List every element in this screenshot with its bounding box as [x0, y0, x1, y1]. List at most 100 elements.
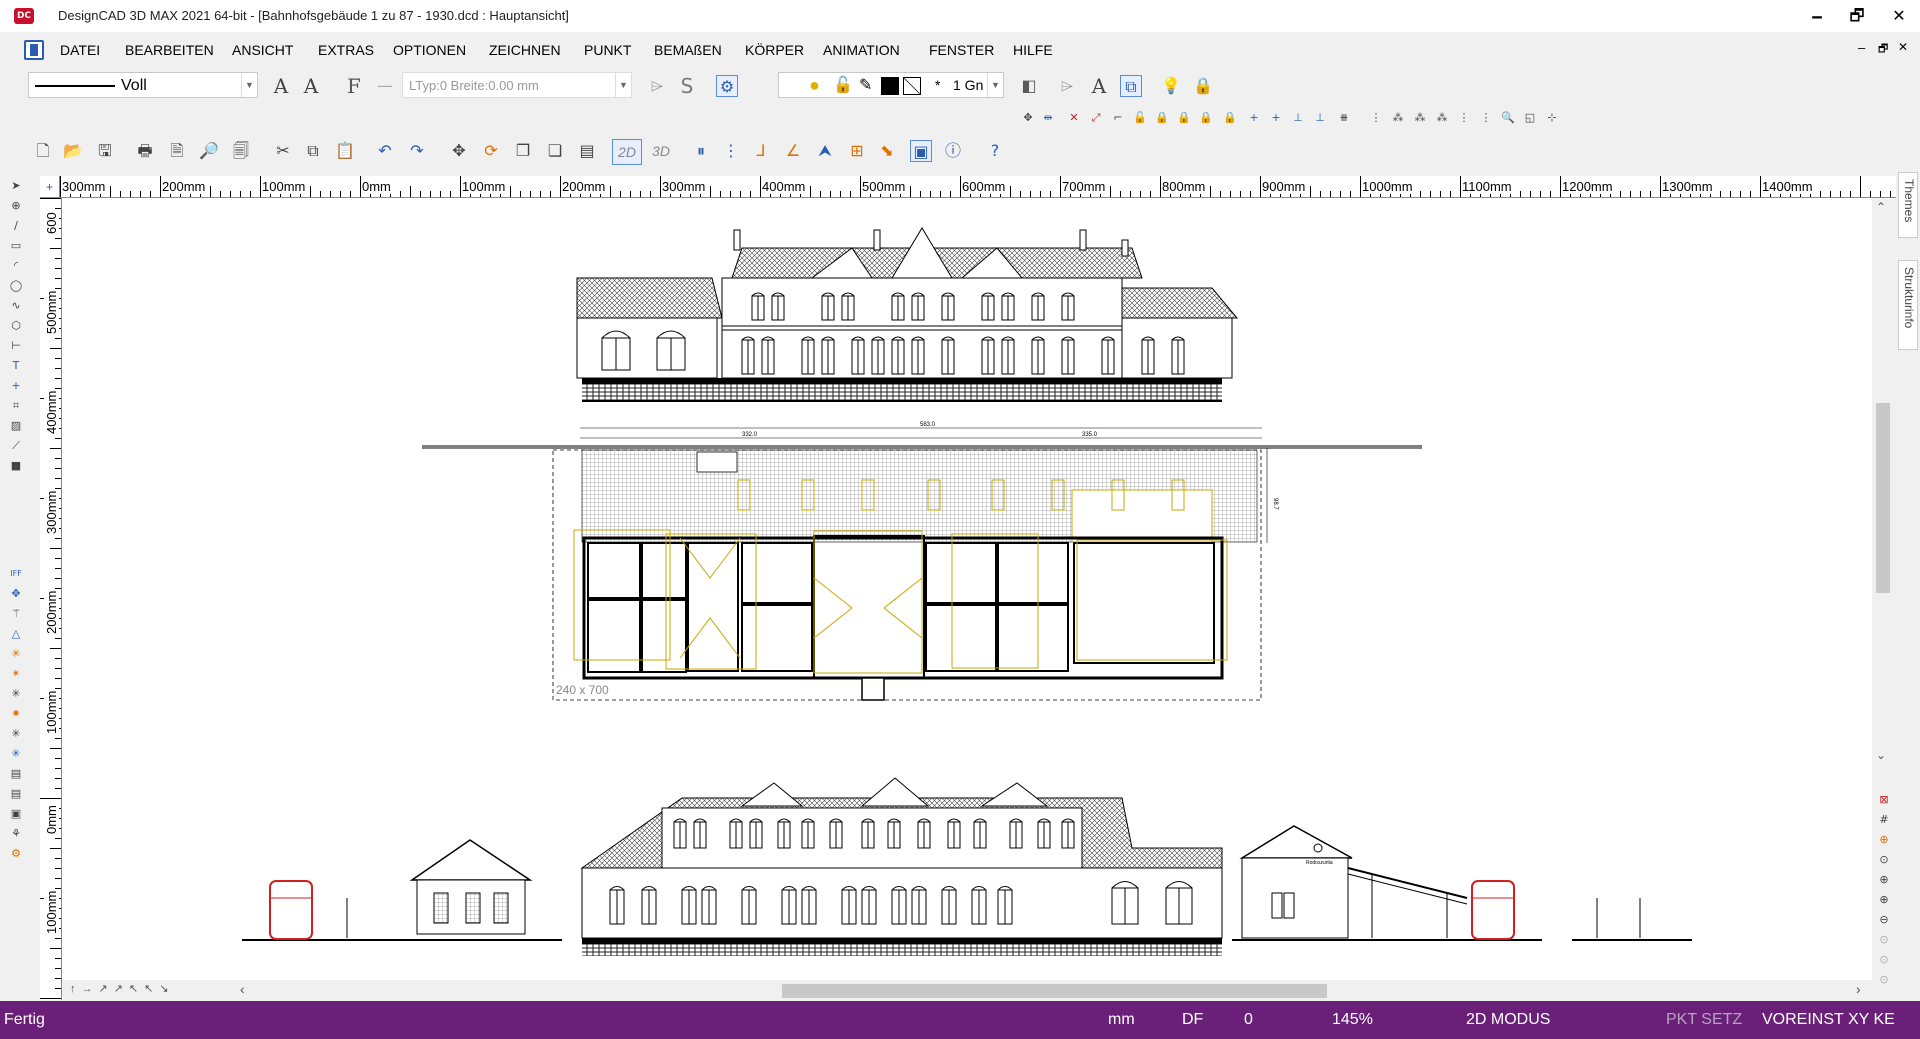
magnify-doc-icon[interactable]: 🔎	[198, 140, 220, 162]
select-arrow-icon[interactable]: ➤	[8, 178, 24, 194]
bulb-icon[interactable]: ●	[809, 75, 820, 96]
snap-node6-icon[interactable]: ⋮	[1478, 110, 1494, 126]
ungroup-icon[interactable]: ❏	[544, 140, 566, 162]
snap-grid-icon[interactable]: ⊞	[846, 140, 868, 162]
mdi-minimize-button[interactable]: –	[1858, 40, 1865, 55]
snap-perp-icon[interactable]: ⊥	[1290, 110, 1306, 126]
polygon-tool-icon[interactable]: ⬡	[8, 318, 24, 334]
help-icon[interactable]: ?	[984, 140, 1006, 162]
print-preview-icon[interactable]: 🗎	[166, 140, 188, 162]
triangle-tool-icon[interactable]: △	[8, 626, 24, 642]
snap-lock3-icon[interactable]: 🔒	[1176, 110, 1192, 126]
lock-icon[interactable]: 🔓	[833, 75, 853, 95]
star-tool-icon[interactable]: ✳	[8, 646, 24, 662]
snap-cross-icon[interactable]: +	[1246, 110, 1262, 126]
wand-tool-icon[interactable]: ⚚	[8, 606, 24, 622]
layer-settings-icon[interactable]: ⚙	[716, 75, 738, 97]
snap-perp2-icon[interactable]: ⊥	[1312, 110, 1328, 126]
curve-tool-icon[interactable]: ∿	[8, 298, 24, 314]
menu-animation[interactable]: ANIMATION	[823, 42, 900, 58]
close-button[interactable]: ✕	[1882, 4, 1916, 28]
snap-s-icon[interactable]: S	[676, 75, 698, 97]
brush-icon[interactable]: ⌲	[1056, 75, 1078, 97]
menu-bearbeiten[interactable]: BEARBEITEN	[125, 42, 214, 58]
off-tool-icon[interactable]: IFF	[8, 566, 24, 582]
layer-combo[interactable]: ● 🔓 ✎ * 1 Gn ▼	[778, 72, 1004, 98]
knife-tool-icon[interactable]: ⟋	[8, 438, 24, 454]
snap-target-icon[interactable]: ⊹	[1544, 110, 1560, 126]
grid-toggle-icon[interactable]: #	[1876, 812, 1892, 828]
line-tool-icon[interactable]: ∕	[8, 218, 24, 234]
mdi-restore-button[interactable]: 🗗	[1878, 40, 1888, 59]
font-grow-icon[interactable]: A	[270, 75, 292, 97]
copy-icon[interactable]: ⧉	[302, 140, 324, 162]
mdi-close-button[interactable]: ✕	[1898, 40, 1908, 54]
line-type-combo[interactable]: LTyp:0 Breite:0.00 mm ▼	[402, 72, 632, 98]
zoom-all-icon[interactable]: ⊙	[1876, 972, 1892, 988]
copy-layer-icon[interactable]: ⧉	[1120, 75, 1142, 97]
knot-tool-icon[interactable]: ⚘	[8, 826, 24, 842]
scroll-down-icon[interactable]: ⌄	[1876, 748, 1886, 762]
page-setup-icon[interactable]: 🗐	[230, 140, 252, 162]
arc-tool-icon[interactable]: ◜	[8, 258, 24, 274]
line-width-icon[interactable]: —	[374, 75, 396, 97]
drawing-canvas[interactable]: 583.0 332.0 335.0 98.7 240 x 700 Rodoszu…	[62, 198, 1872, 980]
scroll-left-icon[interactable]: ‹	[240, 981, 245, 997]
snap-node3-icon[interactable]: ⁂	[1412, 110, 1428, 126]
scroll-right-icon[interactable]: ›	[1856, 981, 1861, 997]
snap-grid-icon[interactable]: ⧻	[1336, 110, 1352, 126]
paste-icon[interactable]: 📋	[334, 140, 356, 162]
snap-move-icon[interactable]: ✥	[1020, 110, 1036, 126]
horizontal-scrollbar[interactable]: ↑→↗↗↖↖↘ ‹ ›	[62, 980, 1872, 1000]
mode-2d-button[interactable]: 2D	[612, 139, 642, 165]
snap-diagonal-icon[interactable]: ⤢	[1088, 110, 1104, 126]
menu-datei[interactable]: DATEI	[60, 42, 100, 58]
new-file-icon[interactable]: 🗋	[32, 140, 54, 162]
restore-button[interactable]: 🗗	[1840, 4, 1874, 28]
undo-icon[interactable]: ↶	[374, 140, 396, 162]
zoom-icon[interactable]: 🔍	[1500, 110, 1516, 126]
horizontal-scroll-thumb[interactable]	[782, 984, 1327, 998]
stack-tool-icon[interactable]: ▤	[8, 766, 24, 782]
fill-tool-icon[interactable]: ■	[8, 458, 24, 474]
menu-koerper[interactable]: KÖRPER	[745, 42, 804, 58]
snap-corner-icon[interactable]: ⬊	[876, 140, 898, 162]
lock-icon[interactable]: 🔒	[1192, 75, 1214, 97]
circle-tool-icon[interactable]: ◯	[8, 278, 24, 294]
drawing-svg[interactable]: 583.0 332.0 335.0 98.7 240 x 700 Rodoszu…	[62, 198, 1872, 980]
menu-ansicht[interactable]: ANSICHT	[232, 42, 293, 58]
cross-tool-icon[interactable]: +	[8, 378, 24, 394]
snap-node4-icon[interactable]: ⁂	[1434, 110, 1450, 126]
explode-tool-icon[interactable]: ✷	[8, 706, 24, 722]
snap-x-icon[interactable]: ✕	[1066, 110, 1082, 126]
text-tool-icon[interactable]: T	[8, 358, 24, 374]
menu-fenster[interactable]: FENSTER	[929, 42, 994, 58]
pause-icon[interactable]: ⏸	[690, 140, 712, 162]
snap-node2-icon[interactable]: ⁂	[1390, 110, 1406, 126]
snap-toggle-icon[interactable]: ⊕	[1876, 832, 1892, 848]
snap-arrow-icon[interactable]: ⇹	[1040, 110, 1056, 126]
snap-lock-icon[interactable]: 🔓	[1132, 110, 1148, 126]
zoom-in2-icon[interactable]: ⊕	[1876, 892, 1892, 908]
move-tool-icon[interactable]: ✥	[8, 586, 24, 602]
font-style-icon[interactable]: F	[343, 75, 365, 97]
info-icon[interactable]: ⓘ	[942, 140, 964, 162]
stack2-tool-icon[interactable]: ▤	[8, 786, 24, 802]
snap-cross2-icon[interactable]: +	[1268, 110, 1284, 126]
document-icon[interactable]	[24, 40, 44, 60]
dimension-tool-icon[interactable]: ⊢	[8, 338, 24, 354]
vertical-scroll-thumb[interactable]	[1876, 403, 1890, 593]
cursor-icon[interactable]: ⮝	[814, 140, 836, 162]
tab-strukturinfo[interactable]: Strukturinfo	[1898, 260, 1918, 350]
font-grow-icon[interactable]: A	[1088, 75, 1110, 97]
zoom-out-icon[interactable]: ⊖	[1876, 912, 1892, 928]
zoom-prev-icon[interactable]: ⊙	[1876, 932, 1892, 948]
chevron-down-icon[interactable]: ▼	[615, 73, 631, 97]
group-icon[interactable]: ❐	[512, 140, 534, 162]
print-icon[interactable]: 🖶	[134, 140, 156, 162]
angle-icon[interactable]: ∠	[782, 140, 804, 162]
menu-bemassen[interactable]: BEMAßEN	[654, 42, 722, 58]
rectangle-tool-icon[interactable]: ▭	[8, 238, 24, 254]
brush-icon[interactable]: ⌲	[646, 75, 668, 97]
node-tool-icon[interactable]: ✳	[8, 726, 24, 742]
